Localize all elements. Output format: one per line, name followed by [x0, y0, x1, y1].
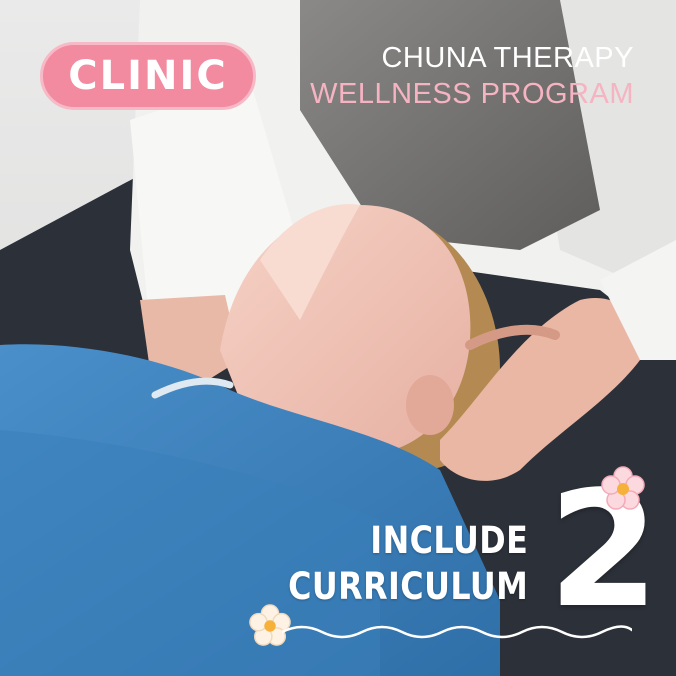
heading-subtitle: WELLNESS PROGRAM — [310, 78, 634, 110]
program-heading: CHUNA THERAPY WELLNESS PROGRAM — [310, 40, 634, 112]
curriculum-line-include: INCLUDE — [370, 519, 528, 562]
curriculum-line-curriculum: CURRICULUM — [287, 565, 528, 608]
clinic-badge-label: CLINIC — [68, 53, 228, 99]
flower-icon — [601, 466, 645, 510]
clinic-badge: CLINIC — [40, 42, 256, 110]
curriculum-caption: INCLUDE CURRICULUM — [249, 518, 528, 610]
wave-underline — [282, 625, 632, 639]
heading-title: CHUNA THERAPY — [381, 42, 634, 74]
poster: CLINIC CHUNA THERAPY WELLNESS PROGRAM IN… — [0, 0, 676, 676]
